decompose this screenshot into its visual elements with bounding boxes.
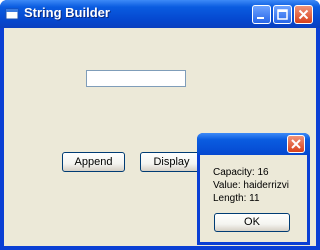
string-input[interactable] bbox=[86, 70, 186, 87]
message-box: Capacity: 16 Value: haiderrizvi Length: … bbox=[197, 133, 310, 245]
capacity-text: Capacity: 16 bbox=[213, 167, 269, 178]
message-box-close-button[interactable] bbox=[287, 135, 305, 153]
close-icon bbox=[291, 139, 301, 149]
minimize-button[interactable] bbox=[252, 5, 271, 24]
close-icon bbox=[298, 9, 309, 20]
window-title: String Builder bbox=[24, 5, 110, 20]
message-box-title-bar[interactable] bbox=[197, 133, 310, 155]
minimize-icon bbox=[257, 17, 264, 19]
close-button[interactable] bbox=[294, 5, 313, 24]
length-text: Length: 11 bbox=[213, 193, 260, 204]
display-button[interactable]: Display bbox=[140, 152, 203, 172]
title-bar[interactable]: String Builder bbox=[0, 0, 320, 28]
maximize-icon bbox=[277, 9, 288, 20]
app-icon bbox=[5, 6, 19, 20]
ok-button[interactable]: OK bbox=[214, 213, 290, 232]
value-text: Value: haiderrizvi bbox=[213, 180, 289, 191]
maximize-button[interactable] bbox=[273, 5, 292, 24]
append-button[interactable]: Append bbox=[62, 152, 125, 172]
message-box-body: Capacity: 16 Value: haiderrizvi Length: … bbox=[200, 155, 307, 242]
